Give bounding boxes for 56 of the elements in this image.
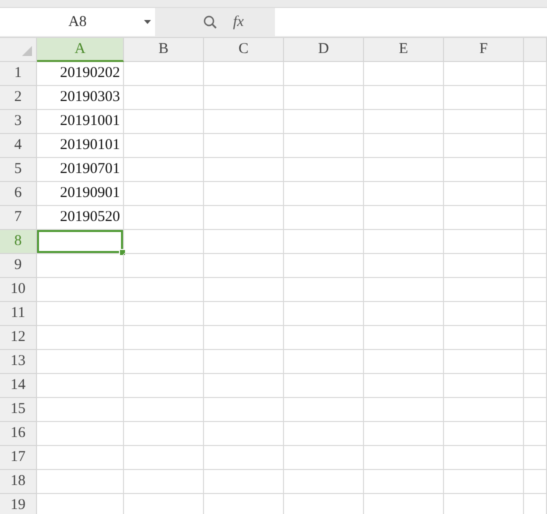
row-header[interactable]: 15 [0, 398, 37, 422]
table-cell [524, 302, 547, 326]
row-header[interactable]: 2 [0, 86, 37, 110]
row-header[interactable]: 5 [0, 158, 37, 182]
table-cell: 20190303 [37, 86, 124, 110]
row-header[interactable]: 1 [0, 62, 37, 86]
zoom-icon[interactable] [203, 15, 217, 29]
table-cell [524, 422, 547, 446]
row-header[interactable]: 16 [0, 422, 37, 446]
active-cell[interactable] [37, 230, 124, 254]
row-header[interactable]: 4 [0, 134, 37, 158]
name-box[interactable]: A8 [0, 8, 155, 36]
row-header[interactable]: 18 [0, 470, 37, 494]
table-cell [524, 254, 547, 278]
table-cell [524, 110, 547, 134]
table-cell [524, 206, 547, 230]
row-header[interactable]: 6 [0, 182, 37, 206]
row-header[interactable]: 7 [0, 206, 37, 230]
table-cell [524, 134, 547, 158]
table-cell [524, 446, 547, 470]
cell-reference: A8 [67, 14, 88, 30]
row-header[interactable]: 3 [0, 110, 37, 134]
table-cell [524, 230, 547, 254]
row-header[interactable]: 19 [0, 494, 37, 514]
table-cell [524, 470, 547, 494]
table-cell [524, 86, 547, 110]
table-cell [524, 374, 547, 398]
table-cell: 20190101 [37, 134, 124, 158]
table-cell [524, 278, 547, 302]
formula-input[interactable] [275, 8, 547, 36]
table-cell [524, 62, 547, 86]
table-cell [524, 182, 547, 206]
table-cell: 20190701 [37, 158, 124, 182]
row-header[interactable]: 12 [0, 326, 37, 350]
column-header[interactable]: B [124, 38, 204, 62]
table-cell: 20190202 [37, 62, 124, 86]
table-cell [524, 326, 547, 350]
column-header[interactable]: C [204, 38, 284, 62]
function-button[interactable]: fx [233, 14, 244, 30]
table-cell: 20190520 [37, 206, 124, 230]
row-header[interactable]: 9 [0, 254, 37, 278]
row-header[interactable]: 14 [0, 374, 37, 398]
fill-handle[interactable] [119, 249, 126, 256]
table-cell [524, 158, 547, 182]
column-header[interactable]: E [364, 38, 444, 62]
column-header[interactable]: F [444, 38, 524, 62]
table-cell: 20190901 [37, 182, 124, 206]
table-cell [524, 398, 547, 422]
column-header[interactable]: D [284, 38, 364, 62]
row-header[interactable]: 13 [0, 350, 37, 374]
caret-icon[interactable] [144, 20, 151, 24]
row-header[interactable]: 10 [0, 278, 37, 302]
row-header[interactable]: 17 [0, 446, 37, 470]
table-cell [524, 350, 547, 374]
table-cell: 20191001 [37, 110, 124, 134]
row-header[interactable]: 11 [0, 302, 37, 326]
